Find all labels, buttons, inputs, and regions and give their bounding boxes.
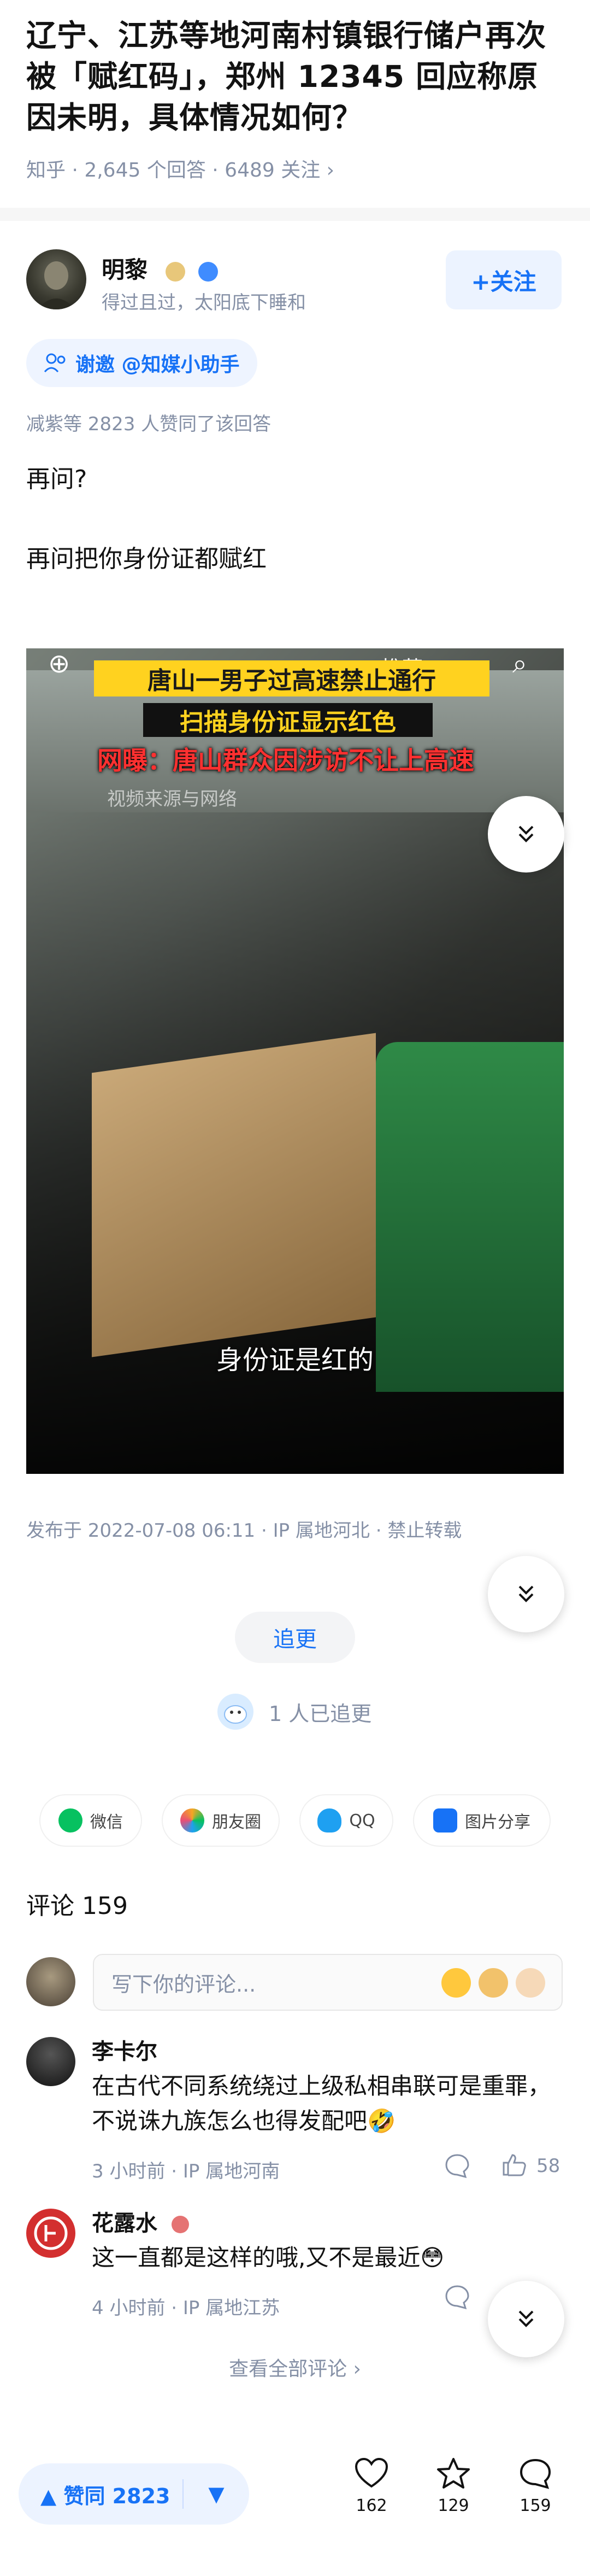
author-avatar[interactable] [26, 249, 86, 309]
favorite-button[interactable]: 129 [415, 2457, 492, 2515]
commenter-name[interactable]: 花露水 [92, 2211, 157, 2236]
bottom-action-bar: ▲ 赞同 2823 ▼ 162 129 159 [0, 2434, 590, 2576]
emoji-smile-icon[interactable] [441, 1968, 471, 1998]
commenter-avatar[interactable] [26, 2037, 75, 2086]
vote-up-button[interactable]: ▲ 赞同 2823 [19, 2479, 182, 2509]
comment-text: 这一直都是这样的哦,又不是最近😳 [92, 2244, 445, 2271]
comment-count: 159 [520, 2496, 551, 2515]
wechat-icon [58, 1808, 82, 1833]
invite-pill[interactable]: 谢邀 @知媒小助手 [26, 339, 257, 387]
logo-icon [34, 2216, 68, 2250]
share-label: 图片分享 [465, 1813, 530, 1832]
answer-paragraph: 再问? [26, 465, 87, 493]
section-divider [0, 208, 590, 221]
share-label: QQ [349, 1811, 375, 1830]
follow-updates-button[interactable]: 追更 [235, 1612, 355, 1663]
share-label: 朋友圈 [212, 1813, 261, 1832]
double-chevron-down-icon [518, 826, 534, 842]
like-count: 162 [356, 2496, 387, 2515]
invite-people-icon [44, 353, 66, 373]
vote-up-label: 赞同 2823 [63, 2484, 170, 2508]
question-meta[interactable]: 知乎 · 2,645 个回答 · 6489 关注 › [26, 154, 334, 183]
share-wechat-button[interactable]: 微信 [39, 1794, 142, 1847]
publish-info: 发布于 2022-07-08 06:11 · IP 属地河北 · 禁止转载 [26, 1520, 462, 1542]
share-qq-button[interactable]: QQ [299, 1794, 393, 1847]
video-banner-headline: 网曝：唐山群众因涉访不让上高速 [97, 746, 474, 775]
comment-bubble-icon [520, 2458, 551, 2489]
video-source: 视频来源与网络 [107, 788, 237, 810]
followers-count: 1 人已追更 [269, 1701, 372, 1726]
comment-placeholder: 写下你的评论... [111, 1972, 256, 1997]
author-name[interactable]: 明黎 [102, 256, 148, 283]
video-caption: 身份证是红的 [216, 1345, 374, 1375]
answer-paragraph: 再问把你身份证都赋红 [26, 545, 267, 573]
comment-button[interactable]: 159 [497, 2457, 574, 2515]
collapse-button[interactable] [488, 1556, 564, 1632]
question-title[interactable]: 辽宁、江苏等地河南村镇银行储户再次被「赋红码」，郑州 12345 回应称原因未明… [26, 15, 567, 138]
comment-meta: 4 小时前 · IP 属地江苏 [92, 2297, 280, 2319]
expand-more-button[interactable] [488, 2281, 564, 2357]
commenter-name-row[interactable]: 花露水 [92, 2205, 189, 2237]
mascot-icon [217, 1694, 253, 1730]
video-home-icon[interactable]: ⊕ [48, 648, 70, 679]
like-count: 58 [536, 2155, 560, 2177]
image-share-icon [433, 1808, 457, 1833]
comments-title: 评论 159 [26, 1892, 128, 1920]
avatar-portrait-icon [37, 261, 75, 309]
reply-icon[interactable] [444, 2152, 471, 2179]
follow-button[interactable]: +关注 [446, 250, 562, 309]
comment-meta: 3 小时前 · IP 属地河南 [92, 2161, 280, 2182]
qq-icon [317, 1808, 342, 1833]
commenter-avatar[interactable] [26, 2209, 75, 2258]
emoji-cat-icon[interactable] [479, 1968, 508, 1998]
like-button[interactable]: 162 [333, 2457, 410, 2515]
double-chevron-down-icon [518, 1585, 534, 1602]
vote-down-button[interactable]: ▼ [184, 2482, 249, 2506]
voters-text[interactable]: 减紫等 2823 人赞同了该回答 [26, 409, 271, 436]
heart-icon [355, 2457, 388, 2488]
double-chevron-down-icon [518, 2310, 534, 2327]
vote-pill: ▲ 赞同 2823 ▼ [19, 2463, 249, 2525]
share-label: 微信 [90, 1813, 123, 1832]
share-image-button[interactable]: 图片分享 [413, 1794, 551, 1847]
triangle-down-icon: ▼ [208, 2482, 225, 2506]
like-icon[interactable] [500, 2151, 528, 2178]
moments-icon [180, 1808, 204, 1833]
comment-text: 在古代不同系统绕过上级私相串联可是重罪，不说诛九族怎么也得发配吧🤣 [92, 2072, 551, 2134]
favorite-count: 129 [438, 2496, 469, 2515]
see-all-comments-link[interactable]: 查看全部评论 › [0, 2353, 590, 2381]
user-badge-icon [171, 2216, 189, 2233]
followers-row[interactable]: 1 人已追更 [216, 1693, 371, 1731]
star-icon [437, 2458, 470, 2489]
triangle-up-icon: ▲ [40, 2484, 64, 2508]
author-bio: 得过且过，太阳底下睡和 [102, 292, 306, 314]
invite-label: 谢邀 @知媒小助手 [75, 354, 240, 376]
commenter-name[interactable]: 李卡尔 [92, 2034, 157, 2065]
video-player[interactable]: ⊕ 推荐 ⌕ 唐山一男子过高速禁止通行 扫描身份证显示红色 网曝：唐山群众因涉访… [26, 648, 564, 1474]
expand-button[interactable] [488, 796, 564, 873]
reply-icon[interactable] [444, 2283, 471, 2310]
level-badge-icon [165, 261, 185, 282]
video-banner-subtitle: 扫描身份证显示红色 [143, 703, 433, 737]
emoji-face-icon[interactable] [516, 1968, 545, 1998]
verified-badge-icon [198, 261, 219, 282]
video-search-icon[interactable]: ⌕ [512, 648, 527, 680]
video-box-scene [92, 1033, 376, 1357]
comment-input[interactable]: 写下你的评论... [93, 1954, 563, 2011]
share-moments-button[interactable]: 朋友圈 [162, 1794, 280, 1847]
video-banner-title: 唐山一男子过高速禁止通行 [94, 660, 489, 696]
author-name-row[interactable]: 明黎 [102, 251, 219, 285]
my-avatar [26, 1957, 75, 2006]
